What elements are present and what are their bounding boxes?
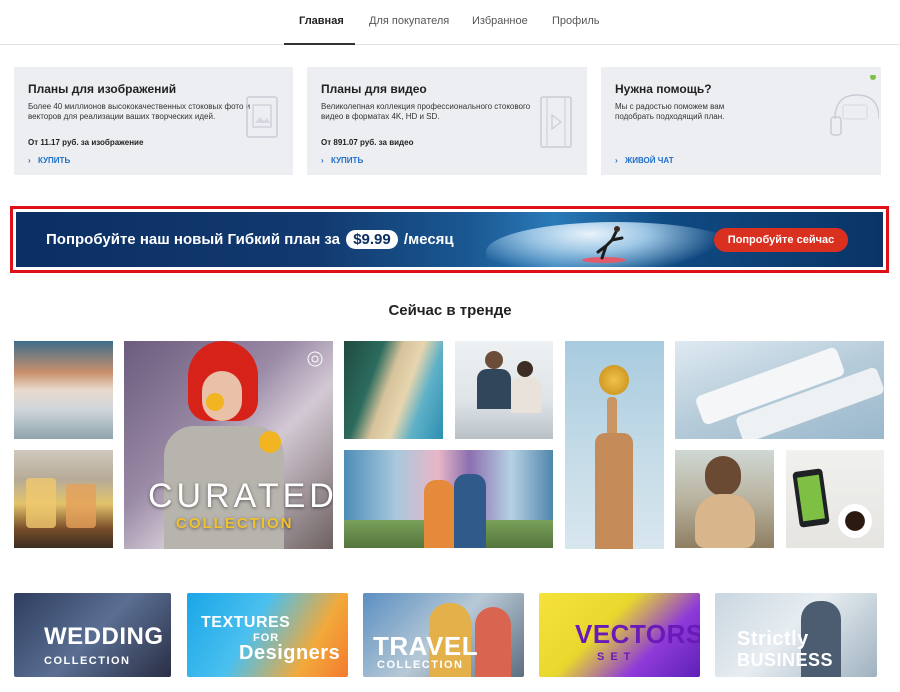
tab-home[interactable]: Главная (299, 15, 344, 27)
wooden-hand-shape (595, 433, 633, 549)
curated-title: CURATED (148, 477, 333, 515)
vectors-collection[interactable]: VECTORS SET (539, 593, 700, 677)
card-title: Планы для видео (321, 82, 427, 96)
card-action-label: ЖИВОЙ ЧАТ (625, 156, 674, 165)
textures-collection[interactable]: TEXTURES FOR Designers (187, 593, 348, 677)
collection-title: VECTORS (575, 619, 700, 649)
friends-smoke-photo[interactable] (344, 450, 553, 548)
finger-shape (607, 397, 617, 437)
collection-subtitle: COLLECTION (44, 655, 131, 667)
card-action-label: КУПИТЬ (331, 156, 364, 165)
chevron-right-icon: › (321, 156, 324, 165)
image-plans-card: Планы для изображений Более 40 миллионов… (14, 67, 293, 175)
trending-title: Сейчас в тренде (388, 302, 512, 319)
promo-banner[interactable]: Попробуйте наш новый Гибкий план за $9.9… (16, 212, 883, 267)
person-shape (475, 607, 511, 677)
tab-for-buyers[interactable]: Для покупателя (369, 15, 449, 27)
woman-dog-photo[interactable] (675, 450, 774, 548)
film-strip-icon (540, 96, 572, 148)
coffee-cup-shape (838, 504, 872, 538)
buy-images-link[interactable]: › КУПИТЬ (28, 156, 70, 165)
collection-title: WEDDING (44, 623, 164, 650)
head-shape (705, 456, 741, 496)
banner-text: Попробуйте наш новый Гибкий план за $9.9… (46, 230, 454, 249)
business-collection[interactable]: Strictly BUSINESS (715, 593, 877, 677)
mountain-clouds-photo[interactable] (14, 341, 113, 439)
camera-icon (307, 351, 323, 367)
buy-video-link[interactable]: › КУПИТЬ (321, 156, 363, 165)
surfer-graphic (582, 226, 626, 263)
head-shape (485, 351, 503, 369)
chevron-right-icon: › (615, 156, 618, 165)
body-shape (511, 377, 541, 413)
card-description: Мы с радостью поможем вам подобрать подх… (615, 102, 725, 121)
travel-collection[interactable]: TRAVEL COLLECTION (363, 593, 524, 677)
live-chat-link[interactable]: › ЖИВОЙ ЧАТ (615, 156, 674, 165)
office-workers-photo[interactable] (455, 341, 553, 439)
phone-coffee-photo[interactable] (786, 450, 884, 548)
orange-shape (259, 431, 281, 453)
person-shape (454, 474, 486, 548)
card-title: Нужна помощь? (615, 82, 712, 96)
top-navigation: Главная Для покупателя Избранное Профиль (0, 0, 900, 45)
card-price: От 11.17 руб. за изображение (28, 138, 144, 147)
try-now-button[interactable]: Попробуйте сейчас (714, 228, 848, 252)
card-price: От 891.07 руб. за видео (321, 138, 414, 147)
collection-title: Strictly (737, 628, 809, 650)
bitcoin-coin-shape (599, 365, 629, 395)
person-shape (424, 480, 454, 548)
promo-banner-highlight: Попробуйте наш новый Гибкий план за $9.9… (10, 206, 889, 273)
curated-woman-oranges-photo[interactable]: CURATED COLLECTION (124, 341, 333, 549)
collection-subtitle: SET (597, 651, 637, 663)
video-plans-card: Планы для видео Великолепная коллекция п… (307, 67, 587, 175)
cosmetics-tubes-photo[interactable] (675, 341, 884, 439)
collection-title-second: Designers (239, 642, 341, 664)
headset-icon (830, 75, 879, 136)
curated-subtitle: COLLECTION (176, 515, 294, 532)
card-description: Более 40 миллионов высококачественных ст… (28, 102, 251, 121)
wedding-collection[interactable]: WEDDING COLLECTION (14, 593, 171, 677)
collection-title-second: BUSINESS (737, 650, 834, 670)
collection-title: TEXTURES (201, 614, 291, 631)
banner-text-main: Попробуйте наш новый Гибкий план за (46, 231, 341, 248)
banner-price-pill: $9.99 (346, 230, 398, 249)
beach-aerial-photo[interactable] (344, 341, 443, 439)
glass-shape (26, 478, 56, 528)
tab-favorites[interactable]: Избранное (472, 15, 528, 27)
active-tab-indicator (284, 43, 355, 45)
collection-title: TRAVEL (373, 631, 479, 661)
tab-profile[interactable]: Профиль (552, 15, 600, 27)
dog-shape (695, 494, 755, 548)
help-card: Нужна помощь? Мы с радостью поможем вам … (601, 67, 881, 175)
banner-text-suffix: /месяц (403, 231, 454, 248)
orange-shape (206, 393, 224, 411)
cocktails-photo[interactable] (14, 450, 113, 548)
card-title: Планы для изображений (28, 82, 177, 96)
glass-shape (66, 484, 96, 528)
chevron-right-icon: › (28, 156, 31, 165)
card-action-label: КУПИТЬ (38, 156, 71, 165)
bitcoin-hand-photo[interactable] (565, 341, 664, 549)
image-frame-icon (246, 96, 278, 138)
card-description: Великолепная коллекция профессионального… (321, 102, 531, 121)
collection-subtitle: COLLECTION (377, 659, 464, 671)
head-shape (517, 361, 533, 377)
body-shape (477, 369, 511, 409)
